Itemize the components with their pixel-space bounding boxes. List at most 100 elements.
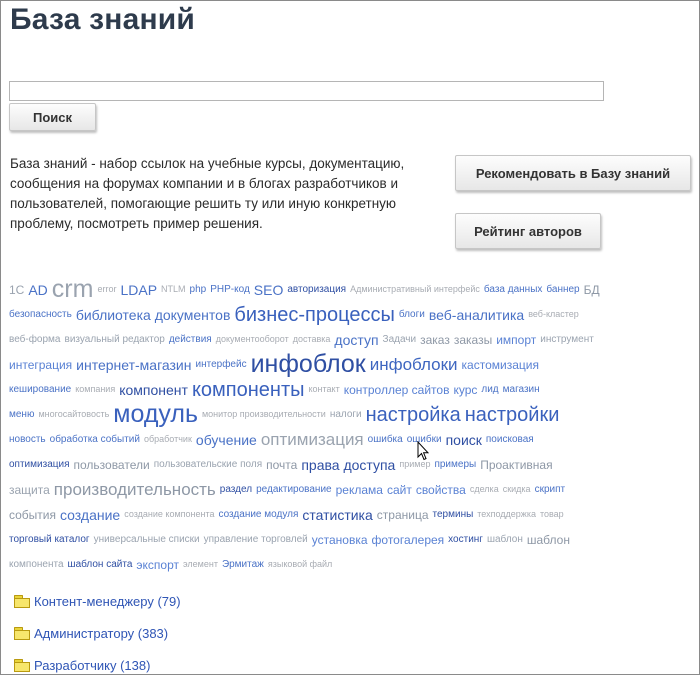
tag-link[interactable]: монитор производительности [202,410,326,419]
tag-link[interactable]: поиск [446,433,482,447]
tag-link[interactable]: курс [453,384,477,396]
tag-link[interactable]: AD [28,283,47,297]
tag-link[interactable]: обучение [196,433,257,447]
tag-link[interactable]: Задачи [383,334,417,345]
tag-link[interactable]: заказ [420,334,450,346]
tag-link[interactable]: настройки [465,405,560,425]
tag-link[interactable]: производительность [54,481,216,498]
tag-link[interactable]: поисковая [486,434,534,445]
tag-link[interactable]: компоненты [192,380,305,400]
tag-link[interactable]: свойства [416,484,466,496]
category-item[interactable]: Разработчику (138) [14,649,181,674]
tag-link[interactable]: доставка [293,335,331,344]
tag-link[interactable]: компонент [119,383,188,397]
tag-link[interactable]: новость [9,434,46,445]
tag-link[interactable]: библиотека документов [76,308,231,322]
tag-link[interactable]: скрипт [535,484,566,495]
tag-link[interactable]: LDAP [120,283,157,297]
tag-link[interactable]: права доступа [301,458,395,472]
tag-link[interactable]: инфоблок [251,352,366,377]
tag-link[interactable]: элемент [183,560,218,569]
tag-link[interactable]: error [97,285,116,294]
tag-link[interactable]: установка [312,534,368,546]
tag-link[interactable]: создание компонента [124,510,214,519]
tag-link[interactable]: веб-кластер [528,310,579,319]
tag-link[interactable]: заказы [454,334,492,346]
tag-link[interactable]: создание [60,508,120,522]
tag-link[interactable]: база данных [484,284,543,295]
recommend-button[interactable]: Рекомендовать в Базу знаний [455,155,691,191]
tag-link[interactable]: пример [399,460,430,469]
tag-link[interactable]: шаблон [527,534,570,546]
tag-link[interactable]: веб-форма [9,334,61,345]
tag-link[interactable]: визуальный редактор [65,334,165,345]
tag-link[interactable]: страница [377,509,429,521]
tag-link[interactable]: пользователи [73,459,149,471]
tag-link[interactable]: авторизация [287,284,346,295]
category-link[interactable]: Администратору (383) [34,626,168,641]
category-item[interactable]: Администратору (383) [14,617,181,649]
tag-link[interactable]: 1С [9,284,24,296]
tag-link[interactable]: налоги [330,409,362,420]
tag-link[interactable]: шаблон сайта [68,559,133,570]
tag-link[interactable]: языковой файл [268,560,332,569]
tag-link[interactable]: магазин [503,384,540,395]
tag-link[interactable]: создание модуля [219,509,299,520]
tag-link[interactable]: компания [75,385,115,394]
tag-link[interactable]: обработчик [144,435,192,444]
tag-link[interactable]: безопасность [9,309,72,320]
tag-link[interactable]: техподдержка [477,510,536,519]
author-rating-button[interactable]: Рейтинг авторов [455,213,601,249]
tag-link[interactable]: раздел [220,484,252,495]
tag-link[interactable]: интерфейс [196,359,247,370]
tag-link[interactable]: сайт [387,484,412,496]
tag-link[interactable]: термины [433,509,474,520]
tag-link[interactable]: фотогалерея [372,534,445,546]
tag-link[interactable]: контакт [309,385,340,394]
tag-link[interactable]: инструмент [540,334,594,345]
tag-link[interactable]: NTLM [161,285,186,294]
tag-link[interactable]: PHP-код [210,284,250,295]
tag-link[interactable]: ошибка [368,434,403,445]
tag-link[interactable]: интеграция [9,359,72,371]
tag-link[interactable]: действия [169,334,212,345]
tag-link[interactable]: сделка [470,485,499,494]
tag-link[interactable]: управление торговлей [204,534,308,545]
tag-link[interactable]: редактирование [256,484,332,495]
tag-link[interactable]: Проактивная [480,459,552,471]
tag-link[interactable]: товар [540,510,564,519]
tag-link[interactable]: инфоблоки [370,356,458,373]
tag-link[interactable]: блоги [399,309,425,320]
tag-link[interactable]: защита [9,484,50,496]
category-item[interactable]: Контент-менеджеру (79) [14,585,181,617]
tag-link[interactable]: многосайтовость [38,410,109,419]
tag-link[interactable]: модуль [113,402,198,427]
tag-link[interactable]: php [190,284,207,295]
tag-link[interactable]: пользовательские поля [154,459,262,470]
tag-link[interactable]: документооборот [216,335,289,344]
tag-link[interactable]: кеширование [9,384,71,395]
tag-link[interactable]: БД [584,284,600,296]
tag-link[interactable]: компонента [9,559,64,570]
tag-link[interactable]: Эрмитаж [222,559,264,570]
tag-link[interactable]: скидка [503,485,531,494]
search-button[interactable]: Поиск [9,103,96,131]
tag-link[interactable]: SEO [254,283,284,297]
tag-link[interactable]: оптимизация [9,459,69,470]
tag-link[interactable]: универсальные списки [94,534,200,545]
tag-link[interactable]: реклама [336,484,383,496]
tag-link[interactable]: события [9,509,56,521]
category-link[interactable]: Контент-менеджеру (79) [34,594,181,609]
tag-link[interactable]: примеры [434,459,476,470]
tag-link[interactable]: торговый каталог [9,534,90,545]
tag-link[interactable]: кастомизация [462,359,539,371]
tag-link[interactable]: баннер [546,284,579,295]
tag-link[interactable]: настройка [366,405,461,425]
tag-link[interactable]: Административный интерфейс [350,285,480,294]
tag-link[interactable]: хостинг [448,534,483,545]
tag-link[interactable]: контроллер сайтов [344,384,450,396]
tag-link[interactable]: оптимизация [261,431,364,448]
tag-link[interactable]: доступ [334,333,378,347]
tag-link[interactable]: crm [52,277,94,302]
tag-link[interactable]: обработка событий [50,434,140,445]
